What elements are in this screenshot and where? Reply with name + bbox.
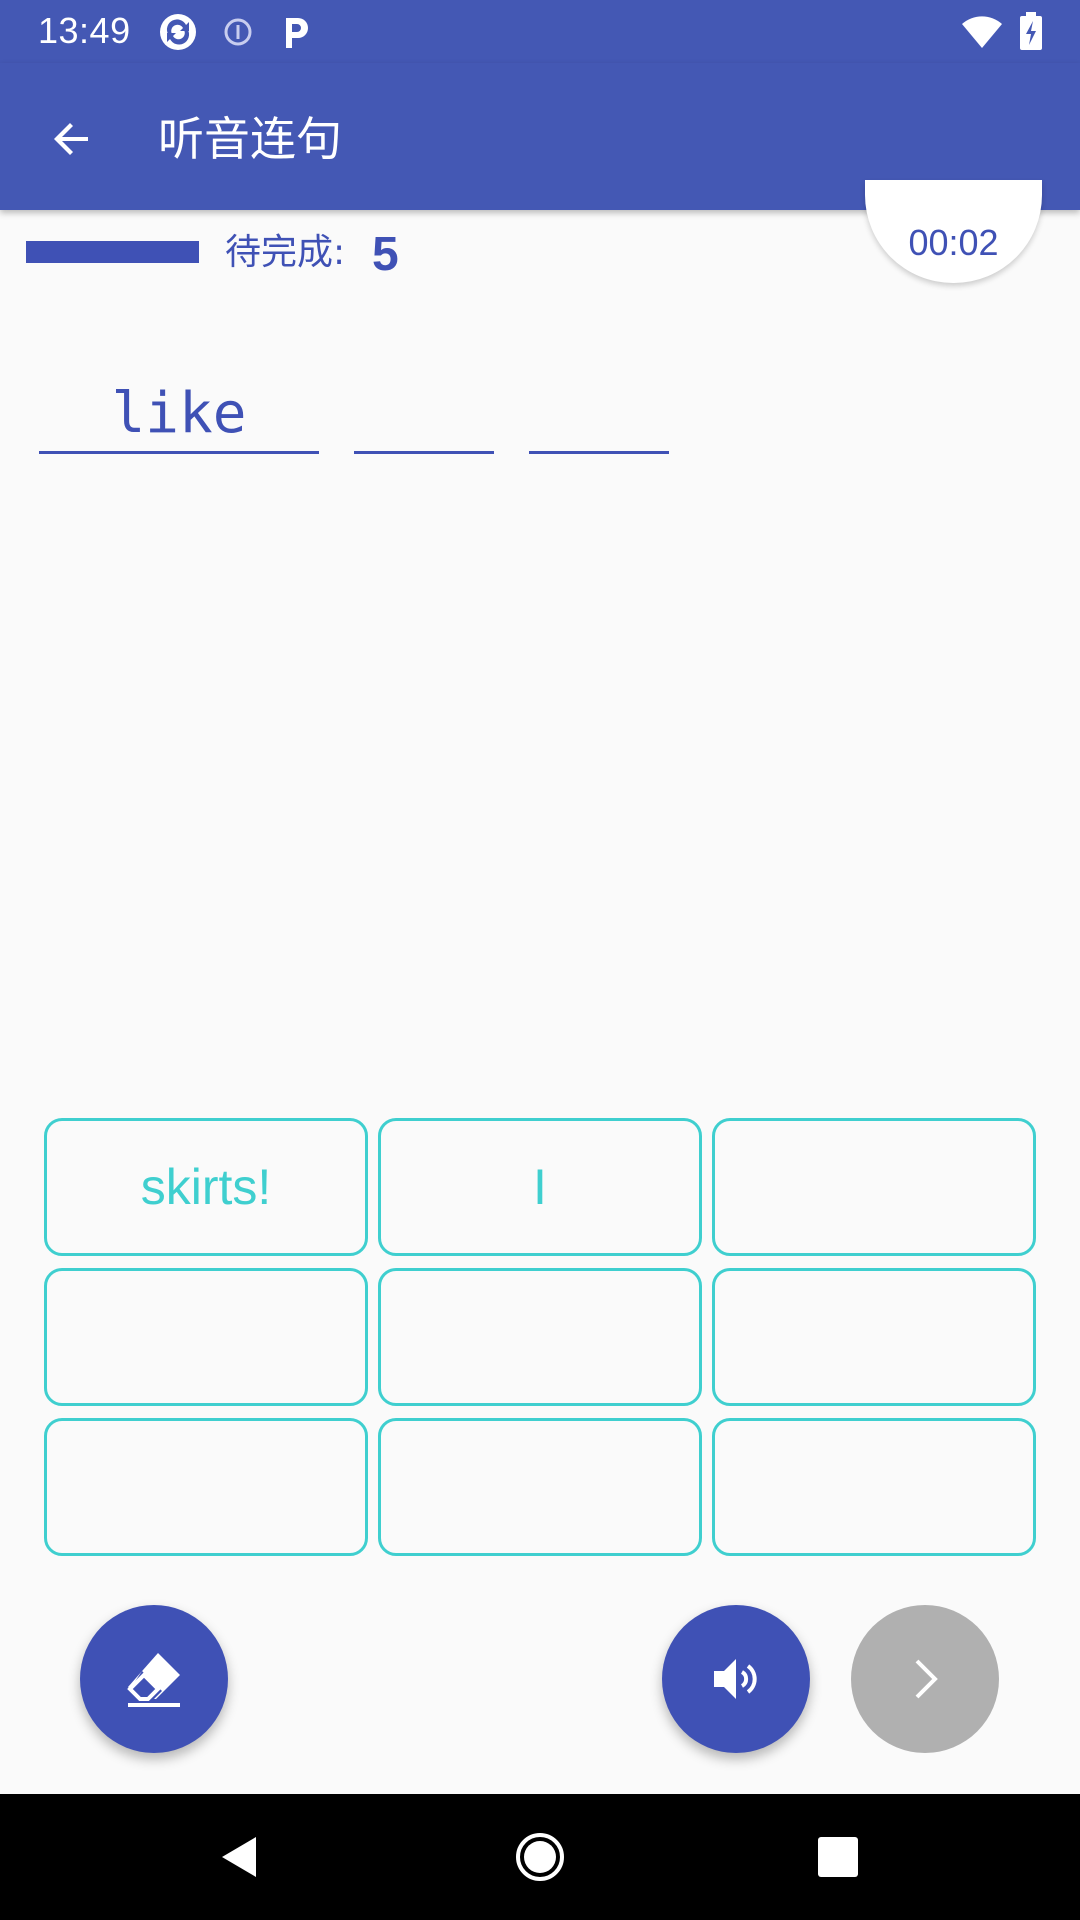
play-audio-button[interactable]: [662, 1605, 810, 1753]
system-nav-bar: [0, 1794, 1080, 1920]
recents-square-icon: [818, 1837, 858, 1877]
answer-slot[interactable]: like: [39, 374, 319, 454]
next-button[interactable]: [851, 1605, 999, 1753]
word-tile[interactable]: [712, 1118, 1036, 1256]
eraser-icon: [127, 1653, 180, 1707]
status-bar: 13:49: [0, 0, 1080, 63]
nav-home-button[interactable]: [500, 1817, 580, 1897]
answer-slot[interactable]: [529, 374, 669, 454]
parking-app-icon: [276, 12, 316, 52]
word-tile[interactable]: [712, 1418, 1036, 1556]
battery-charging-icon: [1018, 12, 1044, 52]
pending-label: 待完成:: [225, 232, 346, 273]
speaker-icon: [714, 1659, 757, 1699]
info-circle-icon: [218, 12, 258, 52]
timer-text: 00:02: [908, 222, 999, 263]
wifi-icon: [960, 12, 1004, 52]
arrow-left-icon: [54, 123, 88, 155]
page-title: 听音连句: [158, 112, 342, 166]
chevron-right-icon: [915, 1659, 938, 1699]
word-tile[interactable]: skirts!: [44, 1118, 368, 1256]
nav-back-button[interactable]: [200, 1817, 280, 1897]
erase-button[interactable]: [80, 1605, 228, 1753]
word-tile[interactable]: [712, 1268, 1036, 1406]
back-triangle-icon: [222, 1837, 256, 1877]
back-button[interactable]: [36, 103, 108, 175]
word-tile[interactable]: [378, 1268, 702, 1406]
answer-slot[interactable]: [354, 374, 494, 454]
word-tile[interactable]: [378, 1418, 702, 1556]
home-circle-icon: [516, 1833, 564, 1881]
word-tile[interactable]: [44, 1418, 368, 1556]
progress-bar: [26, 241, 199, 263]
pending-count: 5: [372, 228, 399, 281]
word-tile[interactable]: I: [378, 1118, 702, 1256]
sync-app-icon: [158, 12, 198, 52]
timer-badge: 00:02: [865, 180, 1042, 283]
status-time: 13:49: [38, 10, 131, 51]
nav-recents-button[interactable]: [798, 1817, 878, 1897]
word-tile[interactable]: [44, 1268, 368, 1406]
